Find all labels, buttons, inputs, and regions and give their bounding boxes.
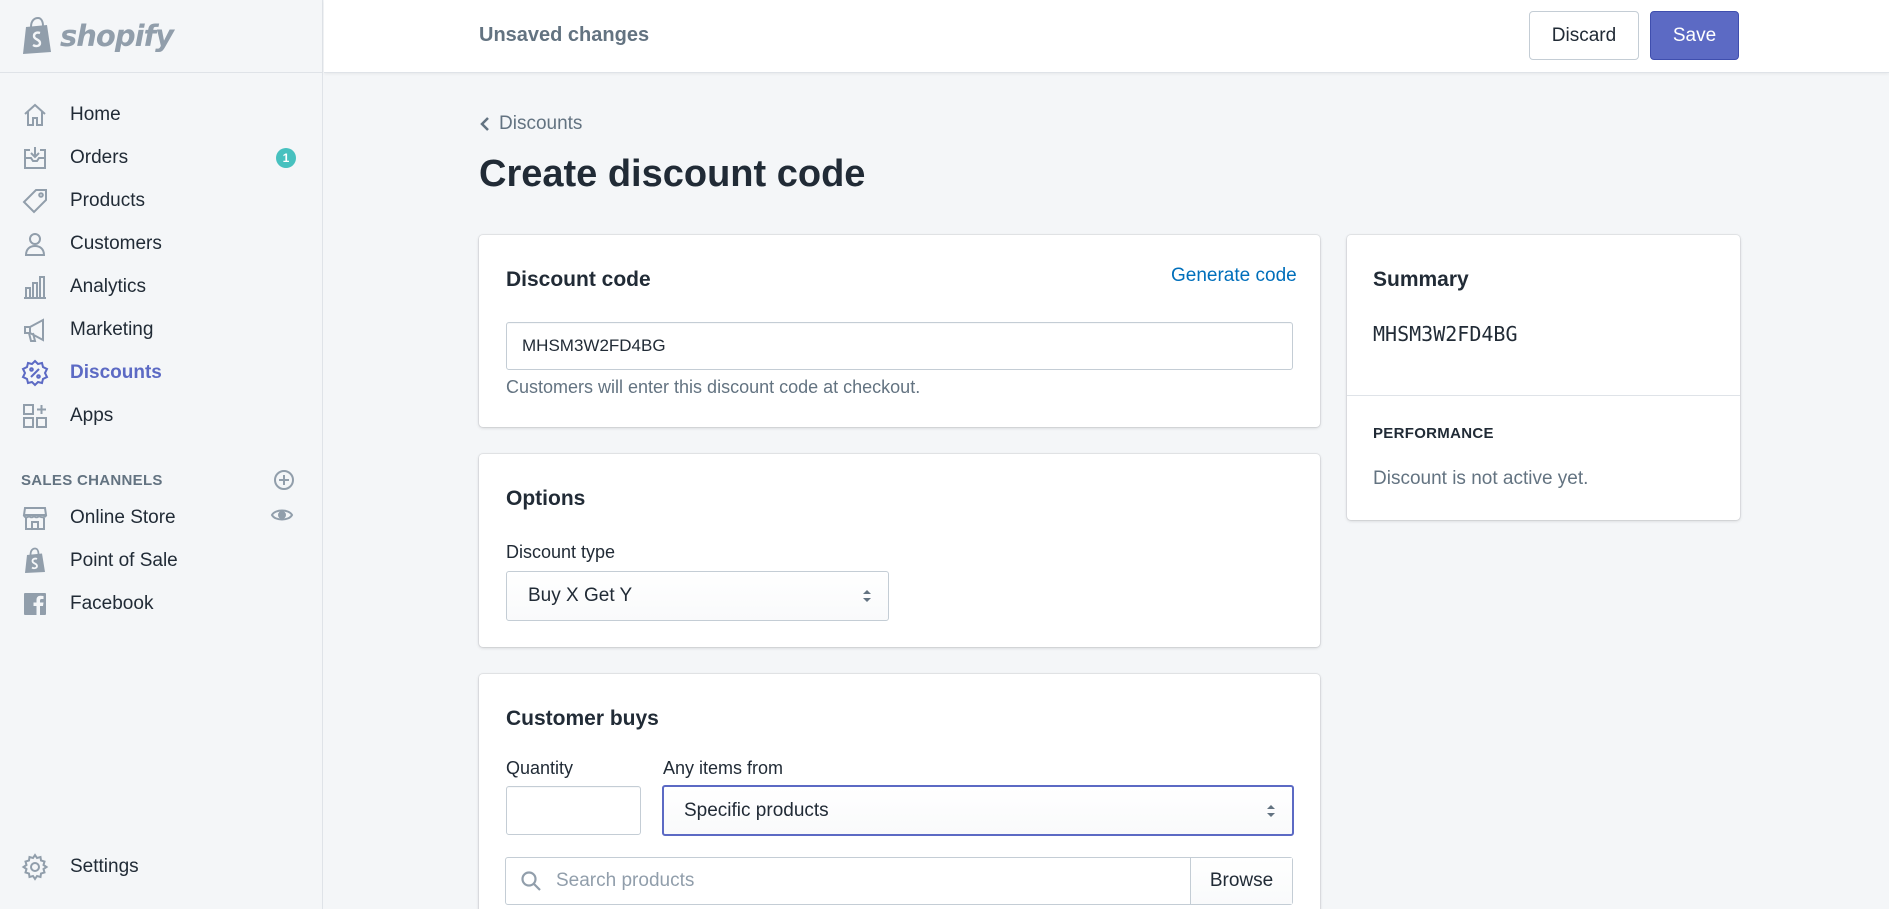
orders-count-badge: 1	[276, 147, 296, 168]
discount-code-input[interactable]: MHSM3W2FD4BG	[506, 322, 1293, 370]
browse-button[interactable]: Browse	[1190, 858, 1292, 904]
store-icon	[20, 503, 50, 533]
shopify-logo[interactable]: shopify	[0, 0, 322, 73]
performance-title: PERFORMANCE	[1373, 425, 1494, 442]
sidebar-item-label: Discounts	[70, 361, 162, 383]
breadcrumb[interactable]: Discounts	[479, 113, 582, 135]
discount-code-title: Discount code	[506, 268, 651, 291]
sales-channels-title: SALES CHANNELS	[21, 471, 163, 489]
sidebar-item-label: Analytics	[70, 275, 147, 297]
sidebar-item-customers[interactable]: Customers	[0, 222, 322, 265]
discount-type-value: Buy X Get Y	[528, 585, 633, 606]
shopify-bag-logo-icon	[23, 16, 51, 54]
any-items-from-label: Any items from	[663, 758, 784, 778]
main-nav: Home Orders 1 Products Customers Analyti…	[0, 73, 322, 625]
sidebar-item-settings[interactable]: Settings	[0, 845, 322, 888]
sidebar-item-label: Orders	[70, 146, 129, 168]
gear-icon	[20, 852, 50, 882]
sidebar-item-facebook[interactable]: Facebook	[0, 582, 322, 625]
bar-chart-icon	[20, 272, 50, 302]
breadcrumb-label: Discounts	[499, 113, 583, 134]
summary-title: Summary	[1373, 268, 1469, 291]
sidebar-item-label: Customers	[70, 232, 162, 254]
chevron-left-icon	[480, 117, 489, 131]
summary-code: MHSM3W2FD4BG	[1373, 322, 1518, 346]
select-arrows-icon	[863, 590, 871, 602]
discount-type-label: Discount type	[506, 542, 616, 562]
sidebar-item-label: Apps	[70, 404, 114, 426]
sidebar-item-label: Products	[70, 189, 145, 211]
sidebar-item-marketing[interactable]: Marketing	[0, 308, 322, 351]
generate-code-link[interactable]: Generate code	[1171, 265, 1297, 287]
discount-icon	[20, 358, 50, 388]
page-title: Create discount code	[479, 153, 866, 195]
megaphone-icon	[20, 315, 50, 345]
performance-text: Discount is not active yet.	[1373, 468, 1589, 489]
sidebar-item-label: Facebook	[70, 592, 154, 614]
sidebar-item-online-store[interactable]: Online Store	[0, 496, 322, 539]
tag-icon	[20, 186, 50, 216]
any-items-from-select[interactable]: Specific products	[662, 785, 1294, 836]
sidebar-item-products[interactable]: Products	[0, 179, 322, 222]
facebook-icon	[20, 589, 50, 619]
discount-code-card: Discount code Generate code MHSM3W2FD4BG…	[479, 235, 1320, 427]
sidebar-item-home[interactable]: Home	[0, 93, 322, 136]
apps-icon	[20, 401, 50, 431]
eye-icon[interactable]	[270, 503, 294, 532]
add-sales-channel-icon[interactable]	[272, 468, 296, 492]
select-arrows-icon	[1267, 804, 1275, 817]
search-products-input[interactable]: Search products	[556, 858, 1190, 904]
sidebar-item-point-of-sale[interactable]: Point of Sale	[0, 539, 322, 582]
search-icon	[506, 858, 556, 904]
sidebar-item-orders[interactable]: Orders 1	[0, 136, 322, 179]
sidebar-item-discounts[interactable]: Discounts	[0, 351, 322, 394]
sidebar-item-label: Online Store	[70, 506, 176, 528]
sales-channels-header: SALES CHANNELS	[0, 464, 322, 496]
home-icon	[20, 100, 50, 130]
quantity-input[interactable]	[506, 786, 641, 835]
discount-type-select[interactable]: Buy X Get Y	[506, 571, 889, 621]
sidebar: shopify Home Orders 1 Products Customers…	[0, 0, 323, 909]
sidebar-item-label: Marketing	[70, 318, 154, 340]
person-icon	[20, 229, 50, 259]
sidebar-item-label: Point of Sale	[70, 549, 178, 571]
options-title: Options	[506, 487, 586, 510]
unsaved-changes-text: Unsaved changes	[479, 24, 650, 46]
discard-button[interactable]: Discard	[1529, 11, 1639, 60]
sidebar-item-label: Home	[70, 103, 121, 125]
orders-icon	[20, 143, 50, 173]
customer-buys-title: Customer buys	[506, 707, 659, 730]
brand-name: shopify	[60, 19, 174, 53]
sidebar-item-label: Settings	[70, 855, 139, 877]
search-products-field: Search products Browse	[505, 857, 1293, 905]
any-items-from-value: Specific products	[684, 799, 829, 821]
save-button[interactable]: Save	[1650, 11, 1739, 60]
quantity-label: Quantity	[506, 758, 574, 778]
contextual-save-bar: Unsaved changes Discard Save	[324, 0, 1889, 73]
sidebar-item-analytics[interactable]: Analytics	[0, 265, 322, 308]
options-card: Options Discount type Buy X Get Y	[479, 454, 1320, 647]
shopify-bag-icon	[20, 546, 50, 576]
sidebar-item-apps[interactable]: Apps	[0, 394, 322, 437]
summary-divider	[1347, 395, 1740, 396]
discount-code-help-text: Customers will enter this discount code …	[506, 377, 921, 397]
